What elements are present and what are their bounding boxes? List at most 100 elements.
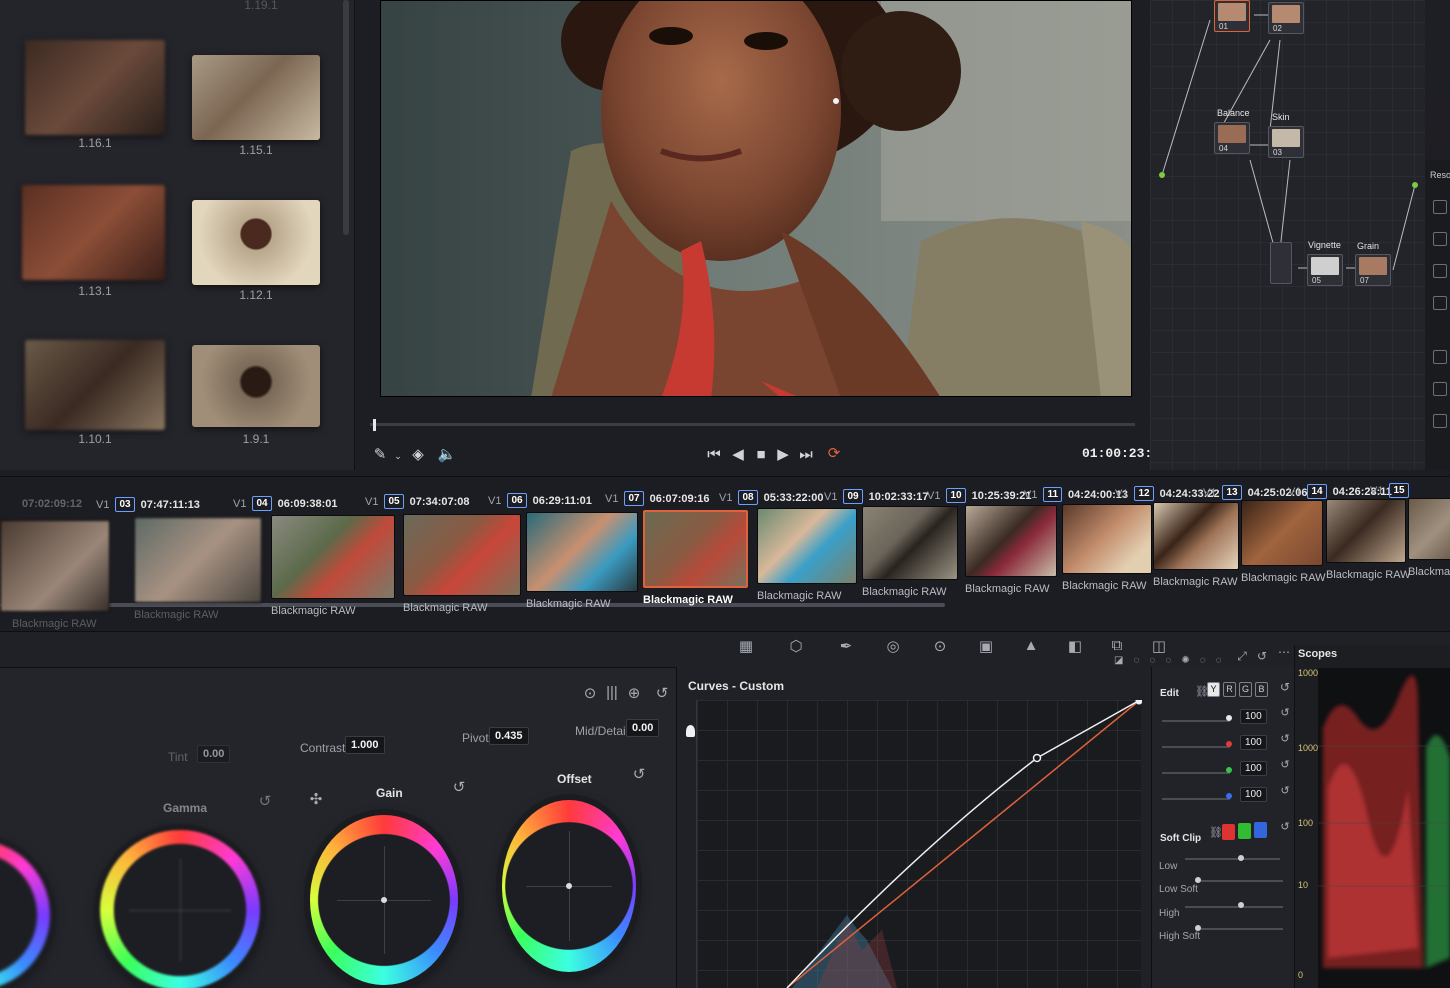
clip-thumbnail[interactable] — [526, 512, 638, 592]
reset-icon[interactable]: ↺ — [630, 765, 648, 783]
loop-icon[interactable]: ⟳ — [824, 446, 844, 462]
sat-sat-icon[interactable]: ◌ — [1200, 655, 1206, 666]
reset-icon[interactable]: ↺ — [1276, 784, 1294, 802]
still-thumbnail[interactable] — [25, 340, 165, 430]
qualifier-icon[interactable]: ✒ — [837, 637, 855, 655]
tool-icon[interactable] — [1433, 264, 1447, 278]
clip-thumbnail[interactable] — [1408, 498, 1450, 560]
node-01[interactable]: 01 — [1214, 0, 1250, 32]
clip-thumbnail[interactable] — [403, 514, 521, 596]
clip-thumbnail[interactable] — [643, 510, 748, 588]
key-icon[interactable]: ◧ — [1066, 637, 1084, 655]
tool-icon[interactable] — [1433, 200, 1447, 214]
scrubber-track[interactable] — [370, 423, 1135, 426]
waveform-scope[interactable] — [1318, 668, 1450, 988]
channel-g-button[interactable]: G — [1239, 682, 1252, 697]
high-soft-knob[interactable] — [1195, 925, 1201, 931]
r-intensity-slider[interactable] — [1162, 746, 1230, 748]
sat-lum-icon[interactable]: ◌ — [1216, 655, 1222, 666]
bars-mode-icon[interactable]: ||| — [603, 684, 621, 702]
layers-icon[interactable]: ◈ — [408, 447, 428, 463]
gallery-scrollbar[interactable] — [343, 0, 349, 235]
clip-number[interactable]: 15 — [1389, 483, 1409, 498]
reset-icon[interactable]: ↺ — [1276, 820, 1294, 838]
clip-thumbnail[interactable] — [757, 508, 857, 584]
node-04[interactable]: 04 — [1214, 122, 1250, 154]
high-soft-slider[interactable] — [1195, 928, 1283, 930]
clip-thumbnail[interactable] — [271, 515, 395, 599]
node-05[interactable]: 05 — [1307, 254, 1343, 286]
clip-number[interactable]: 10 — [946, 488, 966, 503]
b-intensity-slider[interactable] — [1162, 798, 1230, 800]
y-intensity-slider[interactable] — [1162, 720, 1230, 722]
speaker-icon[interactable]: 🔈 — [437, 447, 457, 463]
expand-icon[interactable]: ⤢ — [1233, 649, 1251, 667]
more-icon[interactable]: ⋯ — [1275, 645, 1293, 663]
reset-icon[interactable]: ↺ — [1276, 732, 1294, 750]
picker-icon[interactable]: ✣ — [307, 790, 325, 808]
clip-thumbnail[interactable] — [965, 505, 1057, 577]
tool-icon[interactable] — [1433, 296, 1447, 310]
clip-number[interactable]: 06 — [507, 493, 527, 508]
low-soft-knob[interactable] — [1195, 877, 1201, 883]
r-slider-knob[interactable] — [1226, 741, 1232, 747]
clip-number[interactable]: 05 — [384, 494, 404, 509]
node-02[interactable]: 02 — [1268, 2, 1304, 34]
low-slider[interactable] — [1185, 858, 1280, 860]
sizing-icon[interactable]: ⧉ — [1108, 637, 1126, 655]
clip-thumbnail[interactable] — [0, 520, 110, 612]
b-slider-knob[interactable] — [1226, 793, 1232, 799]
curve-graph[interactable] — [696, 697, 1143, 988]
log-mode-icon[interactable]: ⊕ — [625, 684, 643, 702]
contrast-value[interactable]: 1.000 — [345, 736, 385, 754]
curves-tool-icon[interactable]: ▦ — [737, 637, 755, 655]
viewer-frame-image[interactable] — [380, 0, 1132, 397]
clip-thumbnail[interactable] — [134, 517, 262, 603]
curve-start-handle[interactable] — [686, 725, 695, 737]
hue-lum-icon[interactable]: ◌ — [1165, 655, 1171, 666]
clip-number[interactable]: 07 — [624, 491, 644, 506]
hue-sat-icon[interactable]: ◌ — [1149, 655, 1155, 666]
node-07[interactable]: 07 — [1355, 254, 1391, 286]
tool-icon[interactable] — [1433, 350, 1447, 364]
reset-icon[interactable]: ↺ — [1253, 649, 1271, 667]
clip-thumbnail[interactable] — [1153, 502, 1239, 570]
clip-number[interactable]: 14 — [1307, 484, 1327, 499]
reset-icon[interactable]: ↺ — [653, 684, 671, 702]
still-thumbnail[interactable] — [22, 185, 165, 280]
play-icon[interactable]: ▶ — [773, 447, 793, 463]
step-back-icon[interactable]: ◀ — [728, 447, 748, 463]
y-slider-knob[interactable] — [1226, 715, 1232, 721]
g-slider-knob[interactable] — [1226, 767, 1232, 773]
b-intensity-value[interactable]: 100 — [1240, 787, 1267, 802]
clip-number[interactable]: 03 — [115, 497, 135, 512]
clip-number[interactable]: 08 — [738, 490, 758, 505]
window-icon[interactable]: ◎ — [884, 637, 902, 655]
reset-icon[interactable]: ↺ — [1276, 680, 1294, 698]
clip-thumbnail[interactable] — [862, 506, 958, 580]
tool-icon[interactable] — [1433, 414, 1447, 428]
still-thumbnail[interactable] — [25, 40, 165, 135]
clip-number[interactable]: 13 — [1222, 485, 1242, 500]
chevron-down-icon[interactable]: ⌄ — [388, 448, 408, 464]
gamma-wheel[interactable] — [100, 830, 260, 988]
still-thumbnail[interactable] — [192, 200, 320, 285]
magic-mask-icon[interactable]: ▣ — [977, 637, 995, 655]
clip-thumbnail[interactable] — [1241, 500, 1323, 566]
custom-curve-icon[interactable]: ◪ — [1114, 655, 1123, 666]
clip-number[interactable]: 04 — [252, 496, 272, 511]
still-thumbnail[interactable] — [192, 345, 320, 427]
clip-thumbnail[interactable] — [1326, 499, 1406, 563]
clip-number[interactable]: 11 — [1043, 487, 1063, 502]
reset-icon[interactable]: ↺ — [1276, 706, 1294, 724]
softclip-green-button[interactable] — [1238, 823, 1251, 839]
skip-start-icon[interactable]: ⏮ — [704, 447, 724, 463]
node-editor[interactable]: 01 02 Balance Skin 04 03 Vignette Grain … — [1150, 0, 1425, 470]
high-slider[interactable] — [1185, 906, 1283, 908]
playhead[interactable] — [373, 419, 376, 431]
r-intensity-value[interactable]: 100 — [1240, 735, 1267, 750]
node-03[interactable]: 03 — [1268, 126, 1304, 158]
g-intensity-slider[interactable] — [1162, 772, 1230, 774]
softclip-blue-button[interactable] — [1254, 822, 1267, 838]
stop-icon[interactable]: ■ — [751, 447, 771, 463]
